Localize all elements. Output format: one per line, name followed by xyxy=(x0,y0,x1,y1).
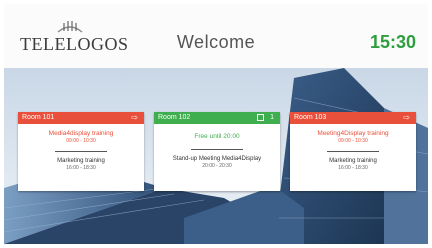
room-name: Room 102 xyxy=(158,114,191,121)
room-header: Room 102 1 xyxy=(154,112,280,124)
room-header: Room 103 ⇨ xyxy=(290,112,416,124)
room-header: Room 101 ⇨ xyxy=(18,112,144,124)
arrow-icon[interactable]: ⇨ xyxy=(131,112,138,124)
next-meeting-title: Marketing training xyxy=(329,158,377,164)
free-status: Free until 20:00 xyxy=(194,133,240,140)
page-title: Welcome xyxy=(176,32,256,52)
next-meeting-time: 16:00 - 18:30 xyxy=(338,165,368,171)
current-meeting-title: Media4display training xyxy=(48,130,114,137)
room-name: Room 101 xyxy=(22,114,55,121)
booking-count: 1 xyxy=(270,114,274,121)
divider xyxy=(55,151,107,152)
divider xyxy=(327,151,379,152)
calendar-icon[interactable] xyxy=(257,114,264,121)
next-meeting-title: Stand-up Meeting Media4Display xyxy=(172,156,262,162)
current-meeting-time: 09:00 - 10:30 xyxy=(66,138,96,144)
room-name: Room 103 xyxy=(294,114,327,121)
header: TELELOGOS Welcome 15:30 xyxy=(4,4,428,68)
room-card-102[interactable]: Room 102 1 Free until 20:00 Stand-up Mee… xyxy=(154,112,280,191)
next-meeting-time: 20:00 - 20:30 xyxy=(202,163,232,169)
next-meeting-title: Marketing training xyxy=(57,158,105,164)
current-meeting-time: 09:00 - 10:30 xyxy=(338,138,368,144)
current-meeting-title: Meeting4Display training xyxy=(317,130,389,137)
room-card-103[interactable]: Room 103 ⇨ Meeting4Display training 09:0… xyxy=(290,112,416,191)
divider xyxy=(191,149,243,150)
display-frame: TELELOGOS Welcome 15:30 Room 101 ⇨ Media… xyxy=(4,4,428,244)
clock: 15:30 xyxy=(369,32,416,52)
room-card-101[interactable]: Room 101 ⇨ Media4display training 09:00 … xyxy=(18,112,144,191)
arrow-icon[interactable]: ⇨ xyxy=(403,112,410,124)
next-meeting-time: 16:00 - 18:30 xyxy=(66,165,96,171)
